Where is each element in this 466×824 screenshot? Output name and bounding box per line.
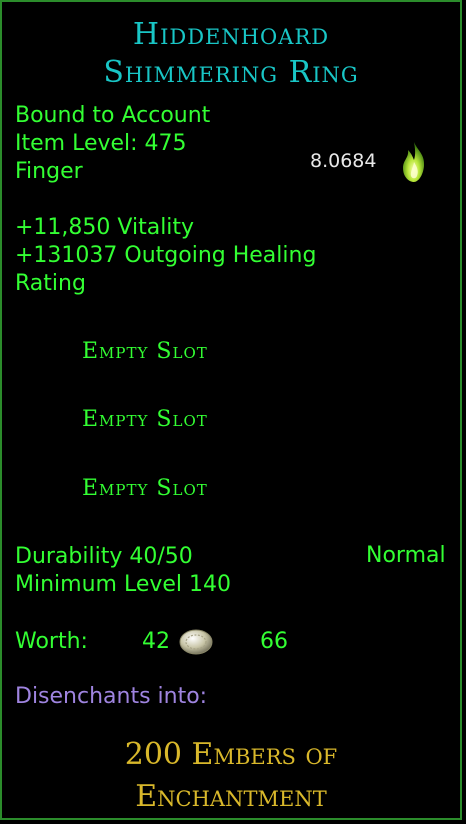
silver-coin-icon xyxy=(179,629,213,655)
slot-type-text: Finger xyxy=(15,159,83,184)
worth-silver: 42 xyxy=(142,629,170,654)
disenchants-label: Disenchants into: xyxy=(15,684,208,709)
stat-outgoing-healing-cont: Rating xyxy=(15,271,86,296)
stat-outgoing-healing: +131037 Outgoing Healing xyxy=(15,243,317,268)
empty-essence-slot: Empty Slot xyxy=(82,476,208,501)
worth-label: Worth: xyxy=(15,629,88,654)
item-level-text: Item Level: 475 xyxy=(15,131,187,156)
empty-essence-slot: Empty Slot xyxy=(82,339,208,364)
empty-essence-slot: Empty Slot xyxy=(82,407,208,432)
disenchant-result-line1: 200 Embers of xyxy=(124,737,338,772)
disenchant-result-line2: Enchantment xyxy=(135,779,327,814)
stat-vitality: +11,850 Vitality xyxy=(15,215,195,240)
item-name-line2: Shimmering Ring xyxy=(103,55,359,90)
durability-text: Durability 40/50 xyxy=(15,544,193,569)
binding-text: Bound to Account xyxy=(15,103,211,128)
durability-state: Normal xyxy=(366,543,446,568)
worth-copper: 66 xyxy=(260,629,288,654)
minimum-level-text: Minimum Level 140 xyxy=(15,572,232,597)
disenchant-result: 200 Embers of Enchantment xyxy=(2,734,460,818)
item-rating-value: 8.0684 xyxy=(310,150,377,172)
item-tooltip: Hiddenhoard Shimmering Ring Bound to Acc… xyxy=(0,0,462,820)
item-name-line1: Hiddenhoard xyxy=(132,17,330,52)
green-flame-icon xyxy=(403,142,425,182)
item-name: Hiddenhoard Shimmering Ring xyxy=(2,16,460,92)
